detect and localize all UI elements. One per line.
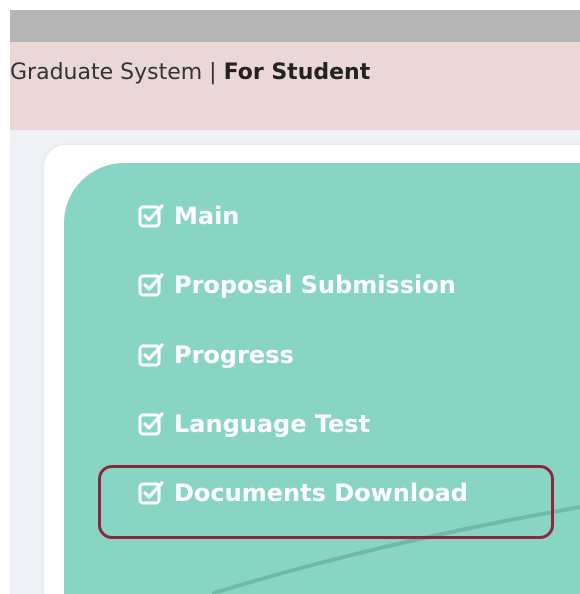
checked-box-icon bbox=[136, 340, 166, 370]
menu-item-label: Proposal Submission bbox=[174, 271, 456, 299]
checked-box-icon bbox=[136, 201, 166, 231]
menu-item-proposal-submission[interactable]: Proposal Submission bbox=[136, 265, 456, 305]
documents-download-highlight bbox=[98, 465, 554, 539]
page-title: Graduate System | For Student bbox=[10, 56, 370, 90]
role-label: For Student bbox=[223, 60, 371, 85]
menu-item-label: Main bbox=[174, 202, 240, 230]
title-separator: | bbox=[209, 60, 217, 85]
checked-box-icon bbox=[136, 270, 166, 300]
app-screen: Graduate System | For Student Main Propo… bbox=[0, 0, 580, 594]
menu-item-label: Language Test bbox=[174, 410, 371, 438]
menu-item-label: Progress bbox=[174, 341, 294, 369]
checked-box-icon bbox=[136, 409, 166, 439]
menu-item-progress[interactable]: Progress bbox=[136, 335, 294, 375]
menu-item-main[interactable]: Main bbox=[136, 196, 239, 236]
top-strip bbox=[10, 10, 580, 42]
menu-item-language-test[interactable]: Language Test bbox=[136, 404, 370, 444]
system-name: Graduate System bbox=[10, 60, 203, 85]
